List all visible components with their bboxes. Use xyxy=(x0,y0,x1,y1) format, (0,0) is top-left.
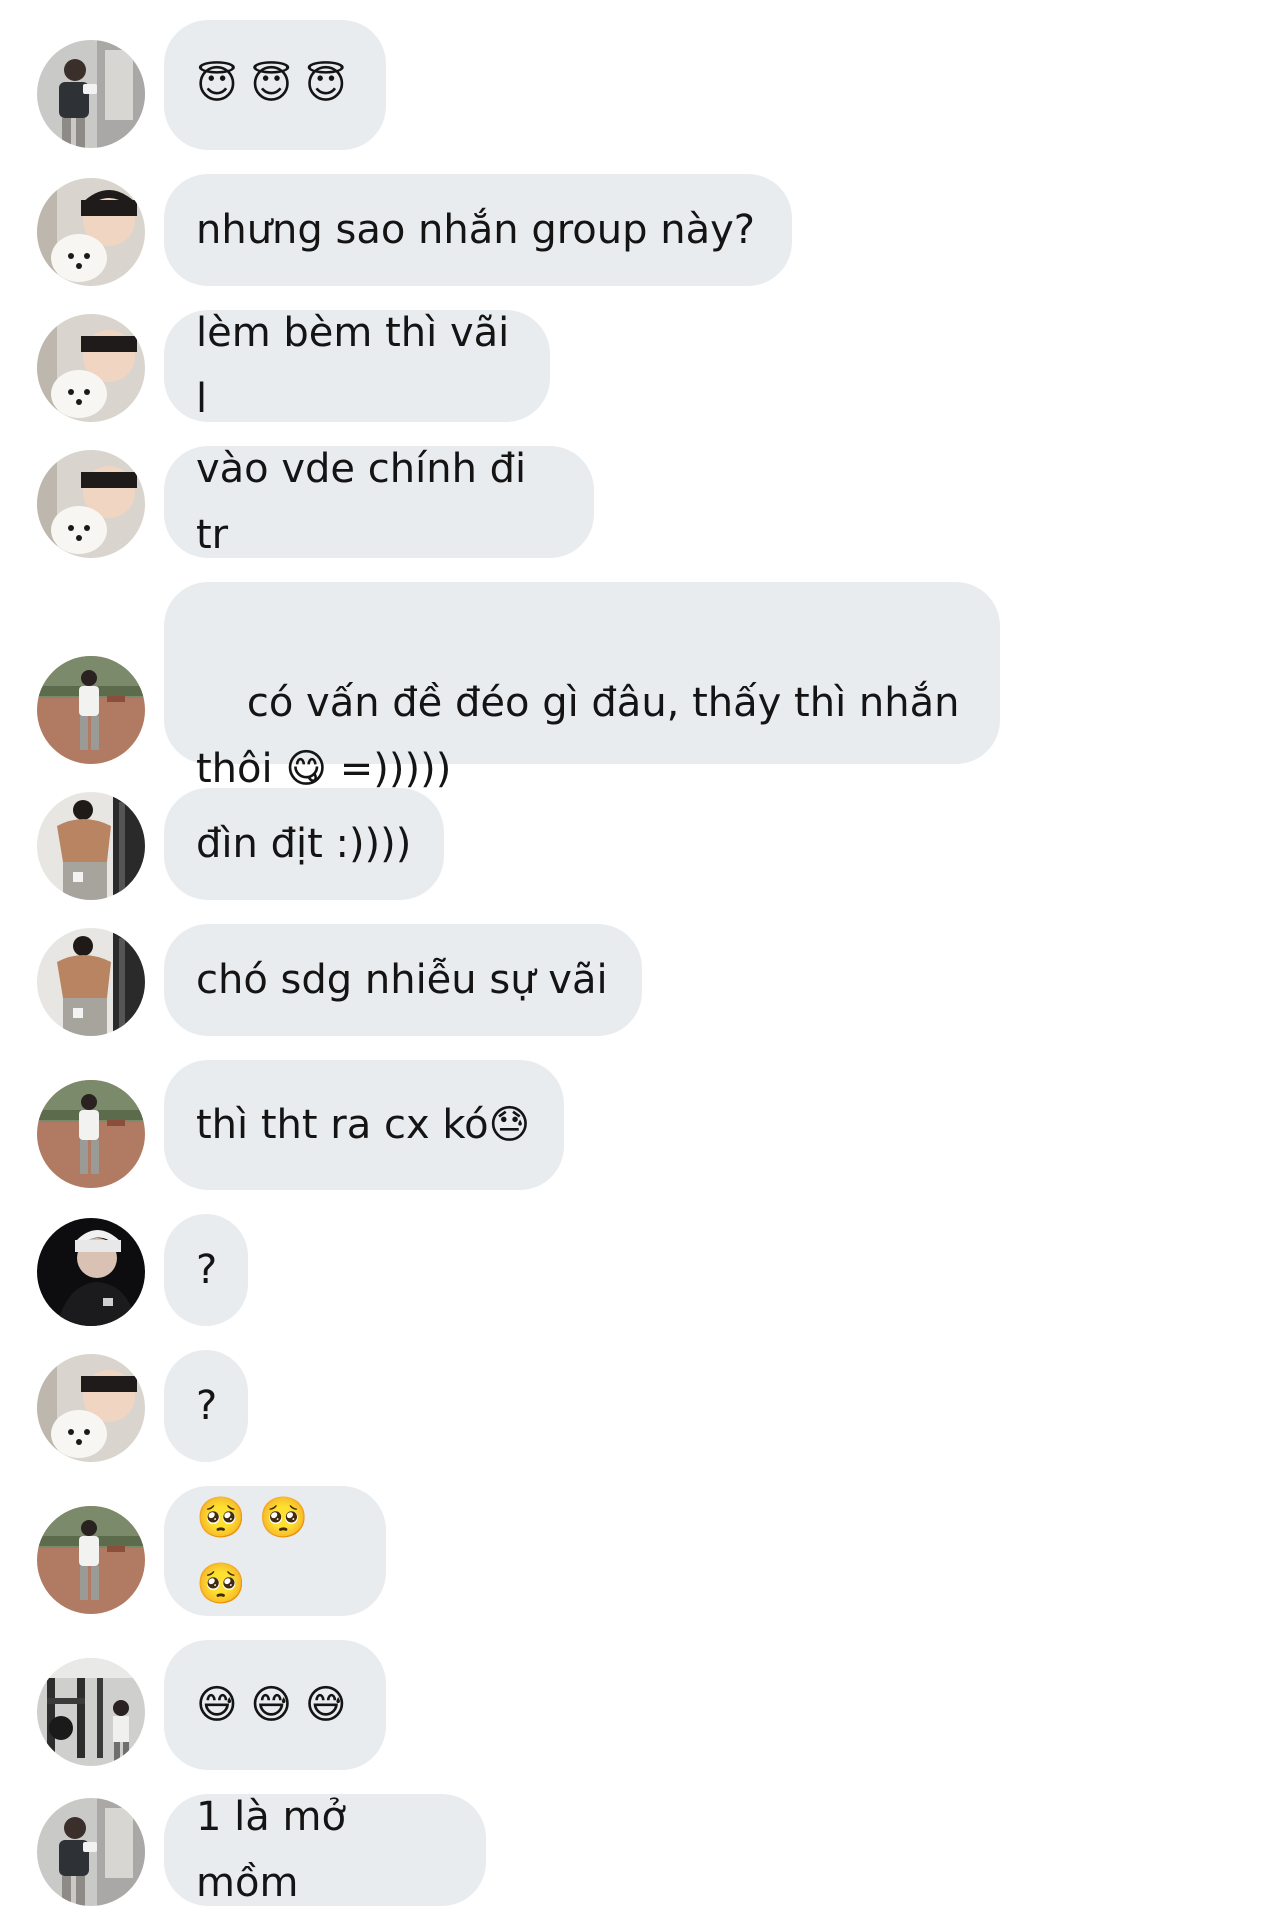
message-text: ? xyxy=(196,1247,218,1293)
avatar-mirror-selfie-icon xyxy=(37,40,145,148)
avatar-patio-walk-icon xyxy=(37,656,145,764)
message-text: nhưng sao nhắn group này? xyxy=(196,207,755,253)
message-text: vào vde chính đi tr xyxy=(196,446,539,558)
message-bubble[interactable]: chó sdg nhiễu sự vãi xyxy=(164,924,642,1036)
message-row: nhưng sao nhắn group này? xyxy=(0,174,1284,286)
avatar-mirror-selfie-icon xyxy=(37,1798,145,1906)
message-row: 1 là mở mồm xyxy=(0,1794,1284,1906)
avatar[interactable] xyxy=(37,314,145,422)
message-text: 🥺 🥺 🥺 xyxy=(196,1495,322,1607)
message-row: thì tht ra cx kó😓 xyxy=(0,1060,1284,1190)
message-text: thì tht ra cx kó😓 xyxy=(196,1102,531,1148)
message-bubble[interactable]: đìn địt :)))) xyxy=(164,788,444,900)
avatar-gym-back-icon xyxy=(37,792,145,900)
message-bubble[interactable]: lèm bèm thì vãi l xyxy=(164,310,550,422)
message-text: 😅 😅 😅 xyxy=(196,1682,347,1728)
avatar-person-with-dog-icon xyxy=(37,1354,145,1462)
message-row: lèm bèm thì vãi l xyxy=(0,310,1284,422)
message-text: 😇 😇 😇 xyxy=(196,62,347,108)
avatar[interactable] xyxy=(37,1658,145,1766)
message-row: 😇 😇 😇 xyxy=(0,20,1284,150)
message-text: đìn địt :)))) xyxy=(196,821,412,867)
message-bubble[interactable]: ? xyxy=(164,1214,248,1326)
message-bubble[interactable]: vào vde chính đi tr xyxy=(164,446,594,558)
message-bubble[interactable]: 😇 😇 😇 xyxy=(164,20,386,150)
message-row: có vấn đề đéo gì đâu, thấy thì nhắn thôi… xyxy=(0,582,1284,792)
message-text: có vấn đề đéo gì đâu, thấy thì nhắn thôi… xyxy=(196,680,973,792)
avatar[interactable] xyxy=(37,656,145,764)
message-bubble[interactable]: có vấn đề đéo gì đâu, thấy thì nhắn thôi… xyxy=(164,582,1000,792)
avatar[interactable] xyxy=(37,928,145,1036)
avatar[interactable] xyxy=(37,1798,145,1906)
avatar[interactable] xyxy=(37,1354,145,1462)
message-row: chó sdg nhiễu sự vãi xyxy=(0,924,1284,1036)
message-row: ? xyxy=(0,1214,1284,1326)
avatar[interactable] xyxy=(37,40,145,148)
avatar-patio-walk-icon xyxy=(37,1506,145,1614)
message-text: chó sdg nhiễu sự vãi xyxy=(196,957,608,1003)
message-row: vào vde chính đi tr xyxy=(0,446,1284,558)
avatar[interactable] xyxy=(37,1218,145,1326)
avatar-person-with-dog-icon xyxy=(37,314,145,422)
avatar-gym-room-icon xyxy=(37,1658,145,1766)
message-bubble[interactable]: 😅 😅 😅 xyxy=(164,1640,386,1770)
message-bubble[interactable]: thì tht ra cx kó😓 xyxy=(164,1060,564,1190)
message-bubble[interactable]: ? xyxy=(164,1350,248,1462)
message-bubble[interactable]: 🥺 🥺 🥺 xyxy=(164,1486,386,1616)
avatar[interactable] xyxy=(37,1506,145,1614)
avatar[interactable] xyxy=(37,792,145,900)
message-bubble[interactable]: nhưng sao nhắn group này? xyxy=(164,174,792,286)
avatar-dark-portrait-icon xyxy=(37,1218,145,1326)
avatar-gym-back-icon xyxy=(37,928,145,1036)
message-row: 🥺 🥺 🥺 xyxy=(0,1486,1284,1616)
avatar-person-with-dog-icon xyxy=(37,178,145,286)
message-bubble[interactable]: 1 là mở mồm xyxy=(164,1794,486,1906)
avatar[interactable] xyxy=(37,450,145,558)
message-row: ? xyxy=(0,1350,1284,1462)
message-row: đìn địt :)))) xyxy=(0,788,1284,900)
message-text: ? xyxy=(196,1383,218,1429)
avatar[interactable] xyxy=(37,1080,145,1188)
avatar-person-with-dog-icon xyxy=(37,450,145,558)
message-text: lèm bèm thì vãi l xyxy=(196,310,522,422)
message-row: 😅 😅 😅 xyxy=(0,1640,1284,1770)
avatar[interactable] xyxy=(37,178,145,286)
message-text: 1 là mở mồm xyxy=(196,1794,359,1906)
avatar-patio-walk-icon xyxy=(37,1080,145,1188)
